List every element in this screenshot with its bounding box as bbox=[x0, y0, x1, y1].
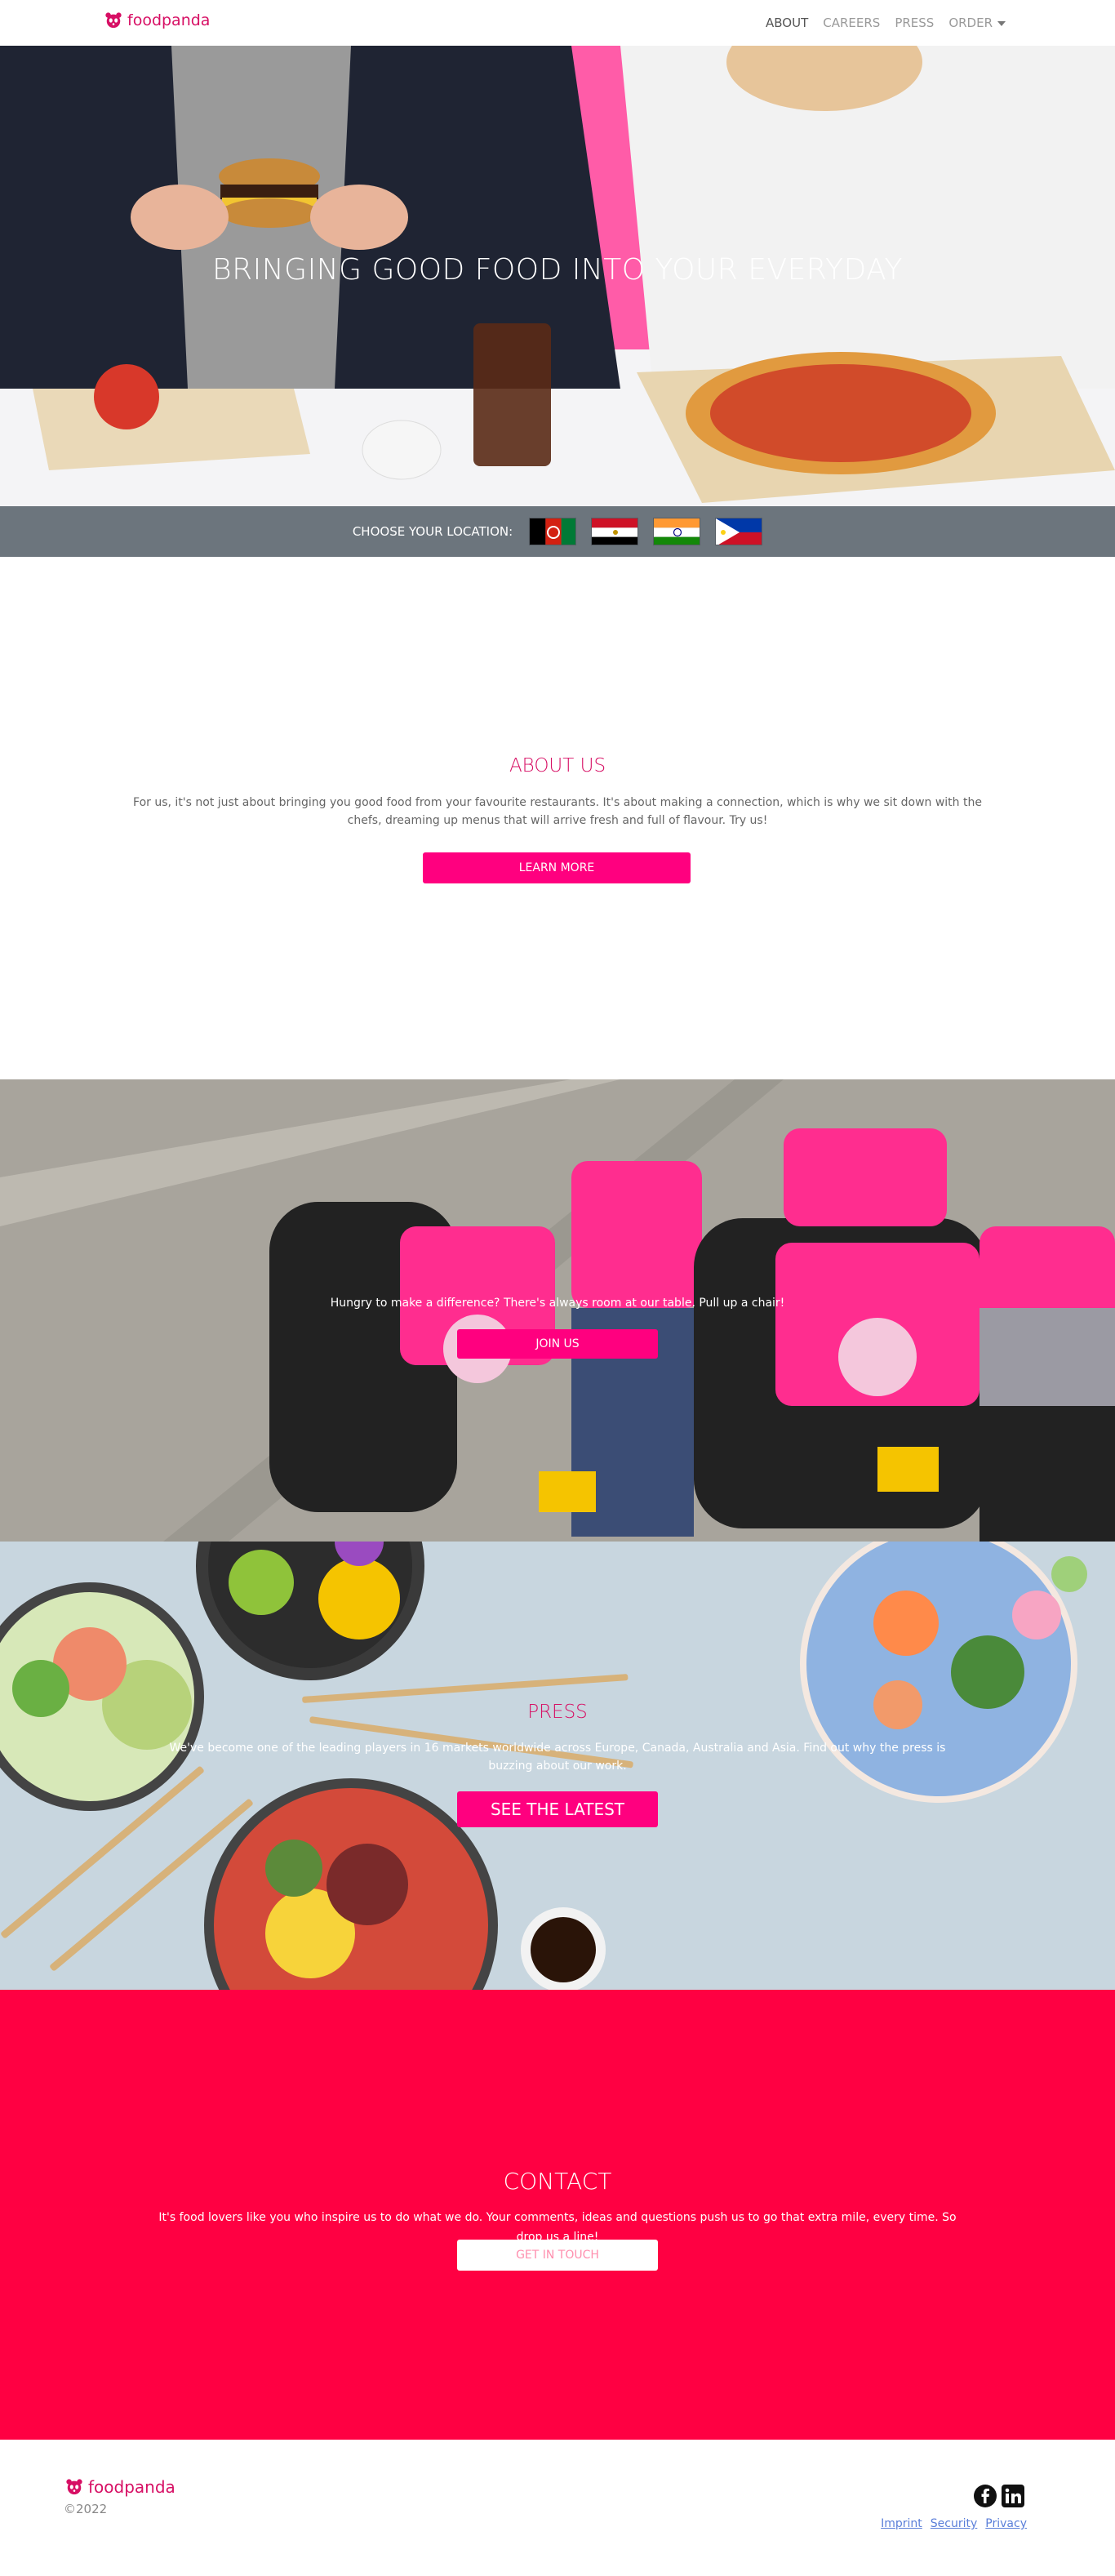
nav-links: ABOUT CAREERS PRESS ORDER bbox=[766, 16, 1006, 30]
see-the-latest-button[interactable]: SEE THE LATEST bbox=[457, 1791, 658, 1827]
privacy-link[interactable]: Privacy bbox=[985, 2517, 1027, 2530]
footer-brand-name: foodpanda bbox=[88, 2477, 175, 2497]
panda-icon bbox=[105, 12, 122, 29]
hero-banner: BRINGING GOOD FOOD INTO YOUR EVERYDAY bbox=[0, 46, 1115, 506]
get-in-touch-button[interactable]: GET IN TOUCH bbox=[457, 2240, 658, 2271]
philippines-flag-icon[interactable] bbox=[715, 518, 763, 545]
nav-order-label: ORDER bbox=[948, 16, 993, 30]
join-section: Hungry to make a difference? There's alw… bbox=[0, 1079, 1115, 1542]
location-label: CHOOSE YOUR LOCATION: bbox=[352, 524, 513, 539]
riders-image bbox=[0, 1079, 1115, 1542]
footer-links: Imprint Security Privacy bbox=[881, 2517, 1027, 2530]
brand-logo[interactable]: foodpanda bbox=[104, 11, 210, 29]
nav-careers[interactable]: CAREERS bbox=[823, 16, 880, 30]
nav-order-dropdown[interactable]: ORDER bbox=[948, 16, 1006, 30]
contact-title: CONTACT bbox=[503, 2168, 612, 2195]
caret-down-icon bbox=[997, 20, 1006, 26]
footer: foodpanda ©2022 Imprint Security Privacy bbox=[0, 2440, 1115, 2576]
press-text: We've become one of the leading players … bbox=[169, 1742, 946, 1773]
nav-about[interactable]: ABOUT bbox=[766, 16, 808, 30]
copyright: ©2022 bbox=[64, 2502, 108, 2516]
hero-title: BRINGING GOOD FOOD INTO YOUR EVERYDAY bbox=[212, 253, 903, 287]
egypt-flag-icon[interactable] bbox=[591, 518, 639, 545]
footer-brand-logo[interactable]: foodpanda bbox=[65, 2477, 175, 2497]
learn-more-button[interactable]: LEARN MORE bbox=[423, 852, 691, 883]
about-text: For us, it's not just about bringing you… bbox=[133, 796, 982, 827]
india-flag-icon[interactable] bbox=[653, 518, 701, 545]
contact-section: CONTACT It's food lovers like you who in… bbox=[0, 1990, 1115, 2440]
panda-icon bbox=[66, 2479, 82, 2495]
afghanistan-flag-icon[interactable] bbox=[529, 518, 577, 545]
facebook-icon[interactable] bbox=[973, 2484, 997, 2508]
press-title: PRESS bbox=[527, 1702, 588, 1723]
press-section: PRESS We've become one of the leading pl… bbox=[0, 1542, 1115, 1990]
brand-name: foodpanda bbox=[127, 11, 211, 29]
top-navbar: foodpanda ABOUT CAREERS PRESS ORDER bbox=[0, 0, 1115, 46]
social-links bbox=[973, 2484, 1025, 2508]
location-bar: CHOOSE YOUR LOCATION: bbox=[0, 506, 1115, 557]
about-title: ABOUT US bbox=[509, 755, 606, 776]
join-us-button[interactable]: JOIN US bbox=[457, 1329, 658, 1359]
about-section: ABOUT US For us, it's not just about bri… bbox=[0, 557, 1115, 1079]
nav-press[interactable]: PRESS bbox=[895, 16, 934, 30]
join-text: Hungry to make a difference? There's alw… bbox=[330, 1297, 785, 1310]
security-link[interactable]: Security bbox=[931, 2517, 978, 2530]
linkedin-icon[interactable] bbox=[1001, 2484, 1025, 2508]
imprint-link[interactable]: Imprint bbox=[881, 2517, 922, 2530]
